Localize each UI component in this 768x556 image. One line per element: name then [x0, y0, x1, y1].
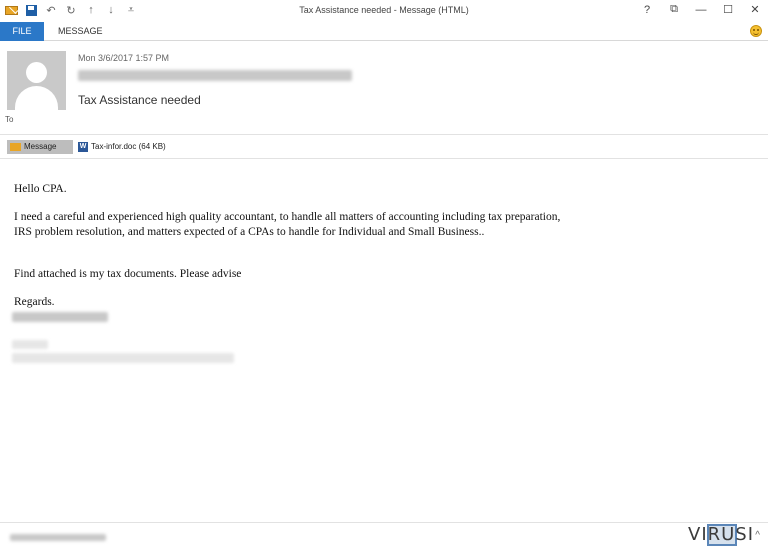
- chevron-up-icon[interactable]: ^: [755, 530, 760, 541]
- tab-message[interactable]: MESSAGE: [58, 22, 103, 41]
- address-redacted-2: [12, 353, 234, 363]
- help-icon[interactable]: ?: [640, 4, 654, 16]
- closing: Regards.: [14, 296, 55, 308]
- sender-redacted: [78, 70, 352, 81]
- divider: [0, 134, 768, 135]
- tab-file[interactable]: FILE: [0, 22, 44, 41]
- doc-attachment[interactable]: W Tax-infor.doc (64 KB): [78, 140, 166, 154]
- subject: Tax Assistance needed: [78, 93, 201, 107]
- maximize-icon[interactable]: ☐: [721, 3, 735, 16]
- footer-redacted: [10, 534, 106, 541]
- sent-date: Mon 3/6/2017 1:57 PM: [78, 53, 170, 63]
- title-bar: ↶ ↻ ↑ ↓ ⩡ Tax Assistance needed - Messag…: [0, 0, 768, 22]
- body-line-1: I need a careful and experienced high qu…: [14, 211, 561, 223]
- divider: [0, 522, 768, 523]
- message-attachment-button[interactable]: Message: [7, 140, 73, 154]
- divider: [0, 158, 768, 159]
- close-icon[interactable]: ✕: [748, 3, 762, 16]
- attachment-filename: Tax-infor.doc (64 KB): [91, 142, 166, 151]
- watermark: VIRUSI: [688, 524, 755, 545]
- message-label: Message: [24, 142, 57, 151]
- to-label: To: [5, 115, 14, 124]
- signature-redacted: [12, 312, 108, 322]
- word-doc-icon: W: [78, 142, 88, 152]
- address-redacted-1: [12, 340, 48, 349]
- envelope-icon: [10, 143, 21, 151]
- ribbon-tabs: FILE MESSAGE: [0, 22, 768, 41]
- ribbon-display-icon[interactable]: ⧉: [667, 3, 681, 16]
- window-controls: ? ⧉ — ☐ ✕: [640, 3, 762, 16]
- body-line-2: IRS problem resolution, and matters expe…: [14, 226, 485, 238]
- minimize-icon[interactable]: —: [694, 4, 708, 16]
- greeting: Hello CPA.: [14, 183, 67, 195]
- smiley-icon[interactable]: [750, 25, 762, 37]
- body-line-3: Find attached is my tax documents. Pleas…: [14, 268, 242, 280]
- avatar: [7, 51, 66, 110]
